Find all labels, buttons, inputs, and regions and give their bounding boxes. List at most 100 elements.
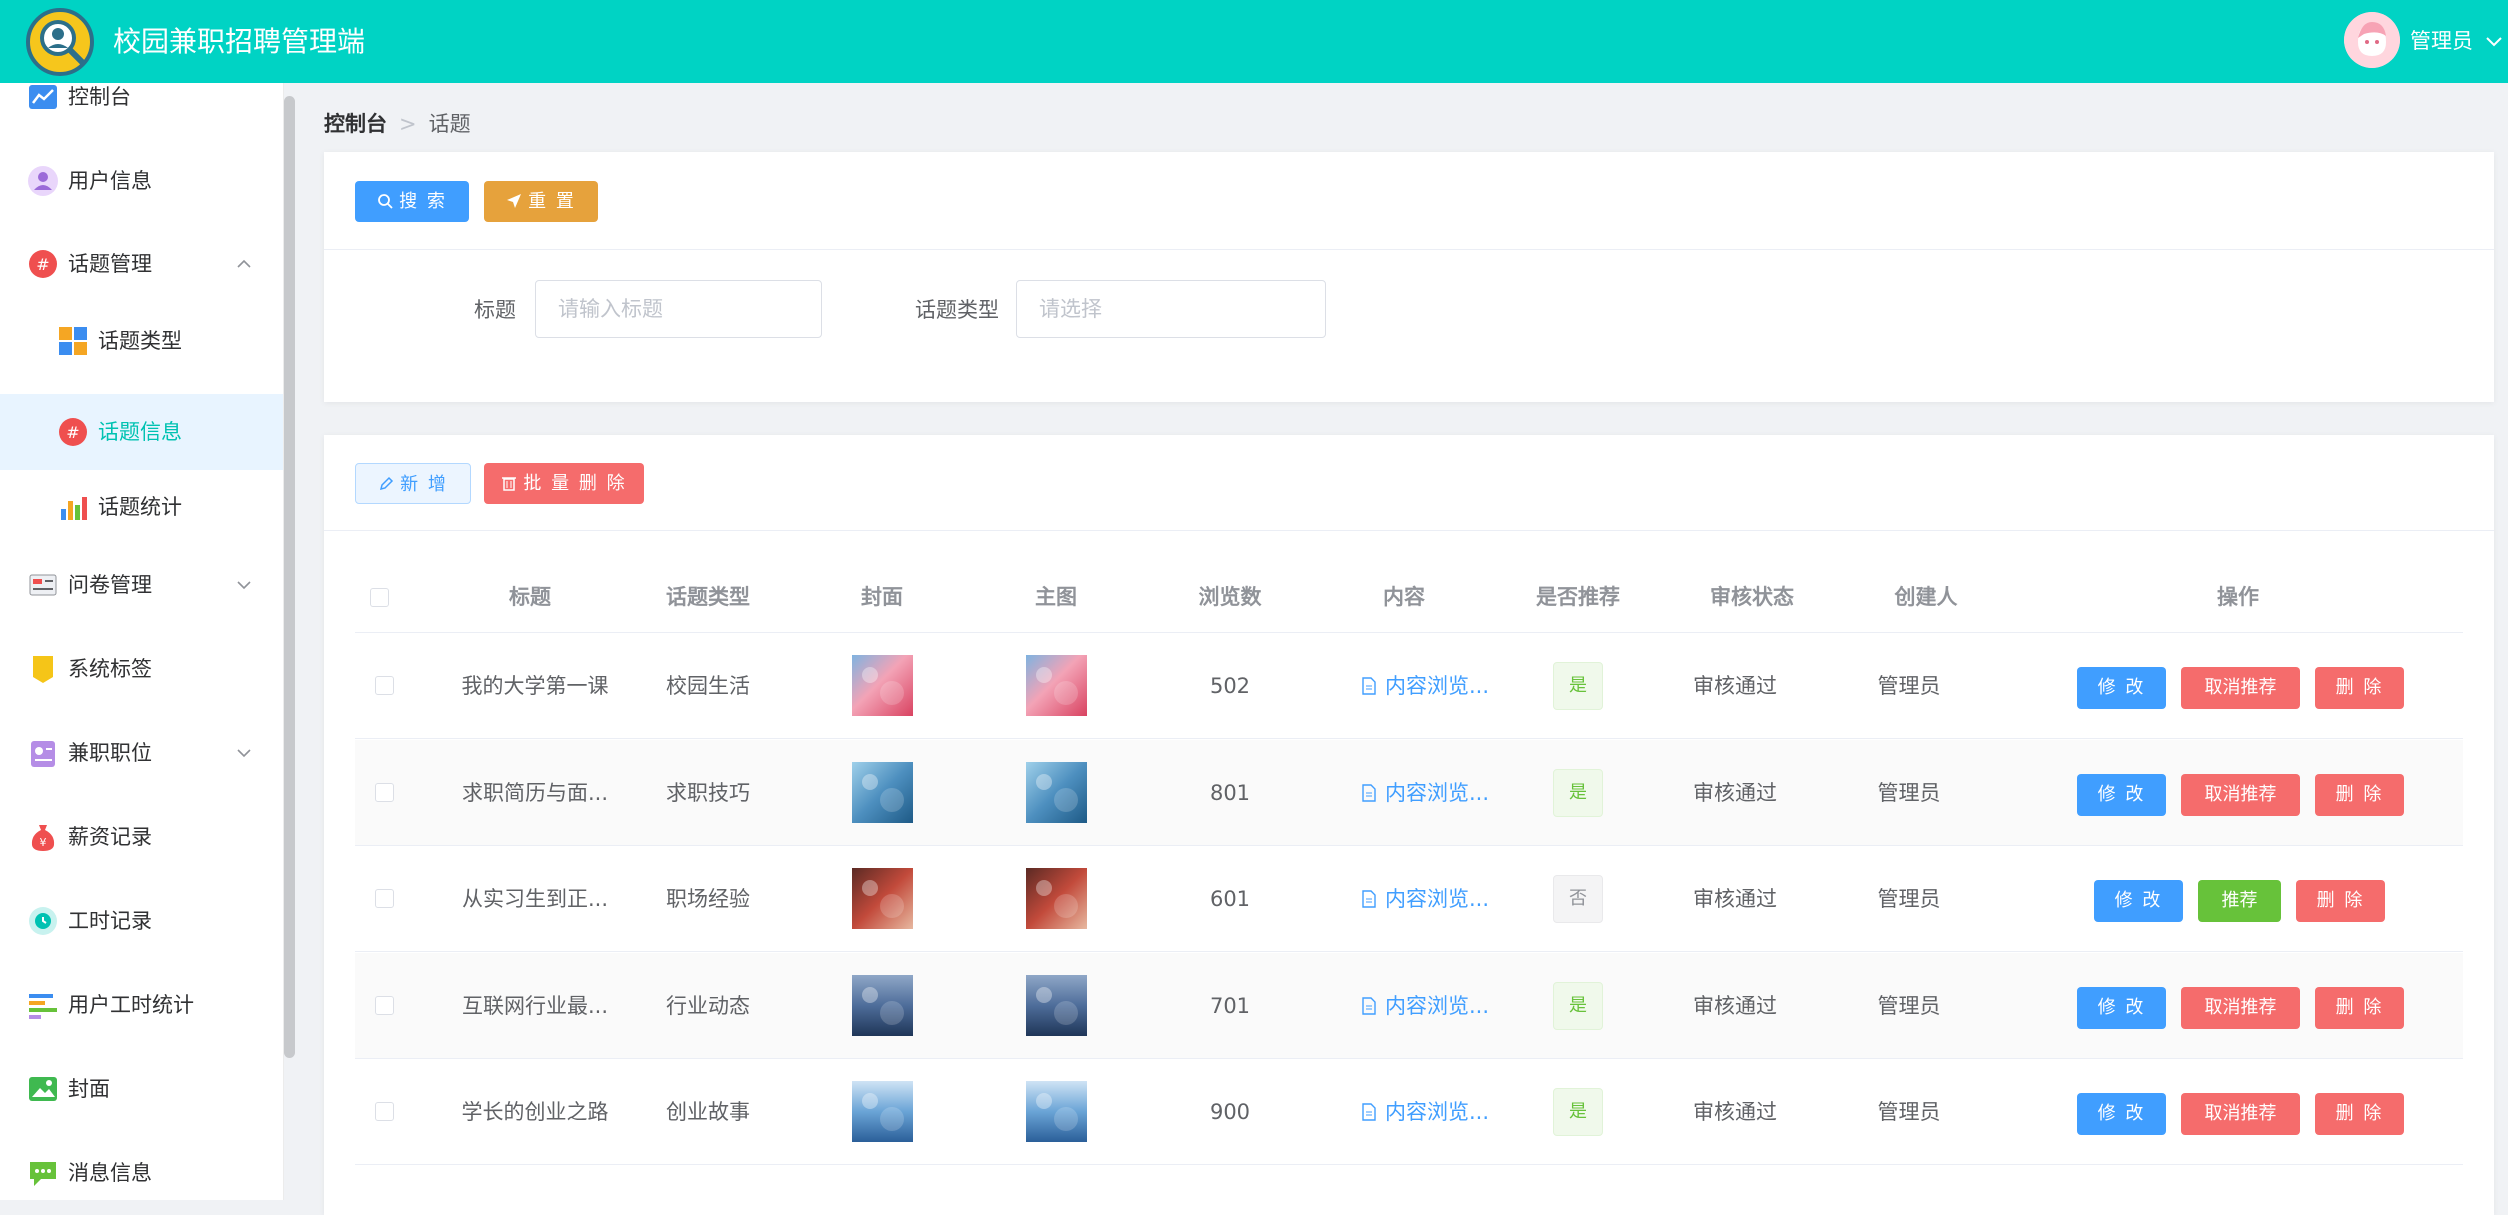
sidebar-item-work-hours[interactable]: 工时记录 bbox=[0, 883, 283, 959]
sidebar-item-salary-records[interactable]: ¥ 薪资记录 bbox=[0, 799, 283, 875]
row-creator: 管理员 bbox=[1877, 781, 1941, 805]
row-checkbox[interactable] bbox=[375, 676, 394, 695]
sidebar-item-label: 系统标签 bbox=[68, 657, 152, 681]
column-header-actions: 操作 bbox=[2217, 585, 2259, 609]
table-row: 互联网行业最... 行业动态 701 内容浏览... 是 审核通过 管理员 修 改 取消推荐 删 … bbox=[355, 953, 2463, 1059]
sidebar: 控制台 用户信息 # 话题管理 话题类型 # 话题信息 话题统计 问卷管理 系统… bbox=[0, 83, 284, 1200]
svg-text:#: # bbox=[36, 255, 49, 274]
row-views: 701 bbox=[1209, 994, 1251, 1018]
content-view-link[interactable]: 内容浏览... bbox=[1345, 670, 1505, 702]
delete-button[interactable]: 删 除 bbox=[2296, 880, 2385, 922]
sidebar-item-cover[interactable]: 封面 bbox=[0, 1051, 283, 1127]
sidebar-item-topic-type[interactable]: 话题类型 bbox=[0, 303, 283, 379]
edit-button[interactable]: 修 改 bbox=[2077, 1093, 2166, 1135]
column-header-title: 标题 bbox=[509, 585, 551, 609]
search-button-label: 搜 索 bbox=[399, 191, 447, 212]
recommended-badge: 是 bbox=[1553, 1088, 1603, 1136]
edit-button[interactable]: 修 改 bbox=[2077, 774, 2166, 816]
sidebar-item-label: 用户工时统计 bbox=[68, 993, 194, 1017]
cover-thumbnail[interactable] bbox=[852, 655, 913, 716]
topic-type-select[interactable] bbox=[1016, 280, 1326, 338]
delete-button[interactable]: 删 除 bbox=[2315, 987, 2404, 1029]
row-checkbox[interactable] bbox=[375, 996, 394, 1015]
row-checkbox[interactable] bbox=[375, 889, 394, 908]
user-name[interactable]: 管理员 bbox=[2410, 26, 2473, 56]
select-all-checkbox[interactable] bbox=[370, 588, 389, 607]
sidebar-item-dashboard[interactable]: 控制台 bbox=[0, 83, 283, 135]
delete-button[interactable]: 删 除 bbox=[2315, 1093, 2404, 1135]
sidebar-item-topic-info[interactable]: # 话题信息 bbox=[0, 394, 283, 470]
chevron-down-icon[interactable] bbox=[2482, 26, 2506, 56]
cancel-recommend-button[interactable]: 取消推荐 bbox=[2181, 1093, 2300, 1135]
cancel-recommend-button[interactable]: 取消推荐 bbox=[2181, 987, 2300, 1029]
add-button[interactable]: 新 增 bbox=[355, 463, 471, 504]
title-input[interactable] bbox=[535, 280, 822, 338]
sidebar-item-user-info[interactable]: 用户信息 bbox=[0, 143, 283, 219]
cancel-recommend-button[interactable]: 取消推荐 bbox=[2181, 774, 2300, 816]
image-icon bbox=[29, 1077, 57, 1101]
sidebar-item-system-tags[interactable]: 系统标签 bbox=[0, 631, 283, 707]
content-view-link[interactable]: 内容浏览... bbox=[1345, 1096, 1505, 1128]
edit-button[interactable]: 修 改 bbox=[2077, 987, 2166, 1029]
breadcrumb-home[interactable]: 控制台 bbox=[324, 112, 387, 136]
cover-thumbnail[interactable] bbox=[852, 1081, 913, 1142]
delete-button[interactable]: 删 除 bbox=[2315, 774, 2404, 816]
sidebar-scrollbar[interactable] bbox=[284, 96, 295, 1058]
sidebar-item-topic-stats[interactable]: 话题统计 bbox=[0, 469, 283, 545]
sidebar-item-part-time-jobs[interactable]: 兼职职位 bbox=[0, 715, 283, 791]
main-image-thumbnail[interactable] bbox=[1026, 762, 1087, 823]
sidebar-item-topic-management[interactable]: # 话题管理 bbox=[0, 226, 283, 302]
sidebar-item-survey-management[interactable]: 问卷管理 bbox=[0, 547, 283, 623]
row-checkbox[interactable] bbox=[375, 783, 394, 802]
row-topic-type: 校园生活 bbox=[666, 674, 750, 698]
add-button-label: 新 增 bbox=[400, 474, 448, 495]
cancel-recommend-button[interactable]: 取消推荐 bbox=[2181, 667, 2300, 709]
badge-icon bbox=[31, 741, 55, 767]
row-topic-type: 行业动态 bbox=[666, 994, 750, 1018]
column-header-cover: 封面 bbox=[861, 585, 903, 609]
chevron-down-icon bbox=[237, 749, 251, 758]
row-review-status: 审核通过 bbox=[1693, 674, 1777, 698]
svg-text:¥: ¥ bbox=[40, 836, 47, 849]
sidebar-item-messages[interactable]: 消息信息 bbox=[0, 1135, 283, 1200]
content-view-link[interactable]: 内容浏览... bbox=[1345, 777, 1505, 809]
divider bbox=[324, 249, 2494, 250]
delete-button-label: 删 除 bbox=[2335, 784, 2384, 805]
delete-button[interactable]: 删 除 bbox=[2315, 667, 2404, 709]
reset-button[interactable]: 重 置 bbox=[484, 181, 598, 222]
content-view-link[interactable]: 内容浏览... bbox=[1345, 990, 1505, 1022]
search-button[interactable]: 搜 索 bbox=[355, 181, 469, 222]
content-view-link[interactable]: 内容浏览... bbox=[1345, 883, 1505, 915]
content-view-label: 内容浏览... bbox=[1384, 781, 1490, 805]
sidebar-item-user-hours-stats[interactable]: 用户工时统计 bbox=[0, 967, 283, 1043]
recommend-button[interactable]: 推荐 bbox=[2198, 880, 2281, 922]
sidebar-item-label: 话题类型 bbox=[98, 329, 182, 353]
sidebar-item-label: 消息信息 bbox=[68, 1161, 152, 1185]
table-row: 我的大学第一课 校园生活 502 内容浏览... 是 审核通过 管理员 修 改 取消推荐 删 除 bbox=[355, 633, 2463, 739]
cover-thumbnail[interactable] bbox=[852, 975, 913, 1036]
row-creator: 管理员 bbox=[1877, 1100, 1941, 1124]
avatar[interactable] bbox=[2344, 12, 2400, 68]
top-header: 校园兼职招聘管理端 管理员 bbox=[0, 0, 2508, 83]
edit-button[interactable]: 修 改 bbox=[2094, 880, 2183, 922]
table-row: 求职简历与面... 求职技巧 801 内容浏览... 是 审核通过 管理员 修 改 取消推荐 删 … bbox=[355, 740, 2463, 846]
main-image-thumbnail[interactable] bbox=[1026, 975, 1087, 1036]
divider bbox=[324, 530, 2494, 531]
document-icon bbox=[1362, 784, 1376, 802]
column-header-topic-type: 话题类型 bbox=[666, 585, 750, 609]
main-image-thumbnail[interactable] bbox=[1026, 1081, 1087, 1142]
main-image-thumbnail[interactable] bbox=[1026, 655, 1087, 716]
cover-thumbnail[interactable] bbox=[852, 868, 913, 929]
row-review-status: 审核通过 bbox=[1693, 1100, 1777, 1124]
batch-delete-button[interactable]: 批 量 删 除 bbox=[484, 463, 644, 504]
content-view-label: 内容浏览... bbox=[1384, 674, 1490, 698]
row-title: 学长的创业之路 bbox=[461, 1100, 609, 1124]
document-icon bbox=[1362, 997, 1376, 1015]
trash-icon bbox=[502, 477, 517, 491]
hashtag-icon: # bbox=[29, 250, 57, 278]
row-checkbox[interactable] bbox=[375, 1102, 394, 1121]
edit-button[interactable]: 修 改 bbox=[2077, 667, 2166, 709]
breadcrumb-separator: > bbox=[399, 112, 417, 136]
main-image-thumbnail[interactable] bbox=[1026, 868, 1087, 929]
cover-thumbnail[interactable] bbox=[852, 762, 913, 823]
